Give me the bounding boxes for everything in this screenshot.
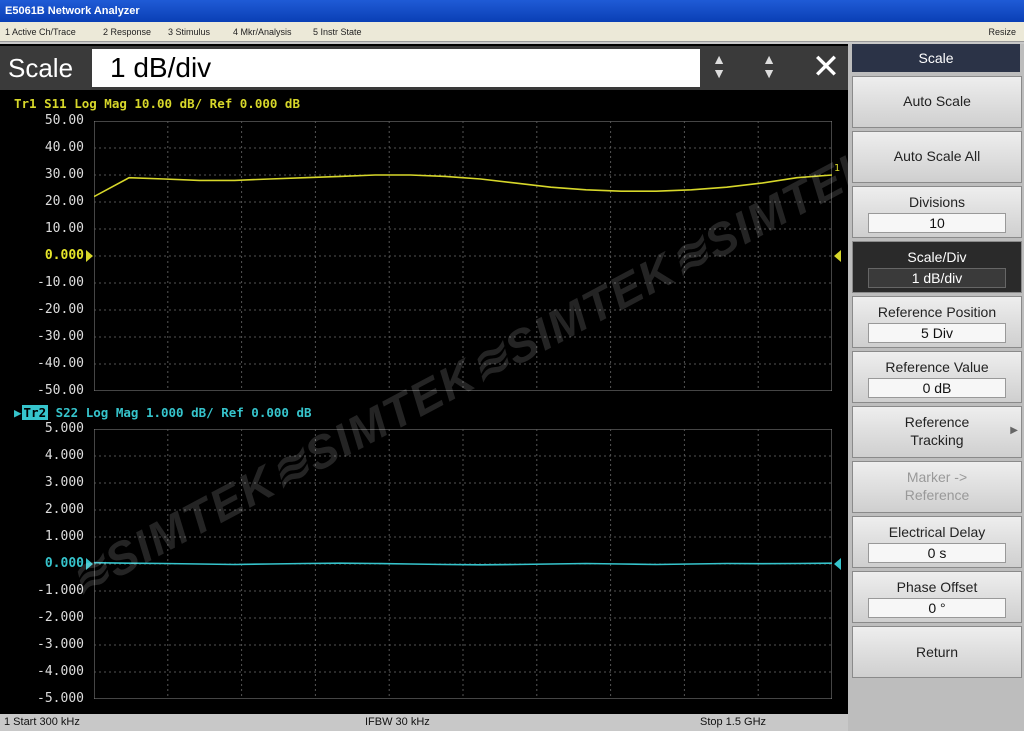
auto-scale-button[interactable]: Auto Scale [852,76,1022,128]
trace1-badge[interactable]: Tr1 [14,96,37,111]
phase-offset-button[interactable]: Phase Offset 0 ° [852,571,1022,623]
trace2-info: S22 Log Mag 1.000 dB/ Ref 0.000 dB [48,405,312,420]
auto-scale-label: Auto Scale [903,93,971,109]
divisions-button[interactable]: Divisions 10 [852,186,1022,238]
scale-div-label: Scale/Div [907,249,967,265]
reference-tracking-button[interactable]: Reference Tracking ▶ [852,406,1022,458]
menu-item-instr-state[interactable]: 5 Instr State [313,22,362,42]
y-tick-label: 10.00 [44,221,84,236]
scale-value-input[interactable]: 1 dB/div [92,49,700,87]
return-button[interactable]: Return [852,626,1022,678]
y-tick-label: -5.000 [37,691,84,706]
electrical-delay-label: Electrical Delay [888,524,986,540]
y-tick-label: 5.000 [44,421,84,436]
y-tick-label: 1.000 [44,529,84,544]
electrical-delay-value: 0 s [868,543,1006,563]
close-icon[interactable]: ✕ [808,48,844,86]
y-tick-label: -2.000 [37,610,84,625]
resize-button[interactable]: Resize [988,22,1016,42]
step-arrows-left[interactable]: ▲ ▼ [706,52,732,84]
y-tick-label: -50.00 [37,383,84,398]
reference-value-value: 0 dB [868,378,1006,398]
entry-label: Scale [8,53,74,83]
reference-level-right-icon [834,558,841,570]
menu-item-active-ch-trace[interactable]: 1 Active Ch/Trace [5,22,76,42]
reference-tracking-label-1: Reference [904,414,970,430]
status-stop: Stop 1.5 GHz [700,716,767,728]
y-tick-label: -30.00 [37,329,84,344]
trace2-header: ▶ Tr2 S22 Log Mag 1.000 dB/ Ref 0.000 dB [14,405,312,420]
entry-bar: Scale 1 dB/div ▲ ▼ ▲ ▼ ✕ [0,46,848,90]
menu-item-mkr-analysis[interactable]: 4 Mkr/Analysis [233,22,292,42]
submenu-arrow-icon: ▶ [1010,425,1018,436]
trace2-plot[interactable] [94,429,832,699]
reference-value-label: Reference Value [885,359,989,375]
marker-to-reference-button[interactable]: Marker -> Reference [852,461,1022,513]
y-tick-label: -20.00 [37,302,84,317]
y-tick-label: 0.000 [44,248,84,263]
marker-to-reference-label-2: Reference [904,487,970,503]
return-label: Return [915,644,959,660]
y-tick-label: -1.000 [37,583,84,598]
divisions-label: Divisions [908,194,965,210]
step-up-icon[interactable]: ▲ [756,52,782,66]
phase-offset-value: 0 ° [868,598,1006,618]
y-tick-label: 3.000 [44,475,84,490]
auto-scale-all-button[interactable]: Auto Scale All [852,131,1022,183]
y-tick-label: 30.00 [44,167,84,182]
window-title: E5061B Network Analyzer [0,0,1024,22]
auto-scale-all-label: Auto Scale All [893,148,981,164]
y-tick-label: 40.00 [44,140,84,155]
reference-position-button[interactable]: Reference Position 5 Div [852,296,1022,348]
reference-position-value: 5 Div [868,323,1006,343]
reference-position-label: Reference Position [877,304,997,320]
step-up-icon[interactable]: ▲ [706,52,732,66]
electrical-delay-button[interactable]: Electrical Delay 0 s [852,516,1022,568]
status-ifbw: IFBW 30 kHz [365,716,430,728]
step-down-icon[interactable]: ▼ [756,66,782,80]
y-tick-label: 2.000 [44,502,84,517]
softkey-panel-title: Scale [852,44,1020,72]
trace2-badge[interactable]: Tr2 [21,405,49,420]
marker-to-reference-label-1: Marker -> [906,469,968,485]
menu-item-response[interactable]: 2 Response [103,22,151,42]
status-bar: 1 Start 300 kHz IFBW 30 kHz Stop 1.5 GHz [0,714,848,731]
reference-tracking-label-2: Tracking [910,432,964,448]
step-arrows-right[interactable]: ▲ ▼ [756,52,782,84]
status-start: 1 Start 300 kHz [4,716,80,728]
y-tick-label: -10.00 [37,275,84,290]
y-tick-label: -4.000 [37,664,84,679]
y-tick-label: 20.00 [44,194,84,209]
reference-level-left-icon [86,250,93,262]
y-tick-label: 4.000 [44,448,84,463]
trace1-info: S11 Log Mag 10.00 dB/ Ref 0.000 dB [36,96,300,111]
step-down-icon[interactable]: ▼ [706,66,732,80]
scale-div-button[interactable]: Scale/Div 1 dB/div [852,241,1022,293]
scale-div-value: 1 dB/div [868,268,1006,288]
trace1-header: Tr1 S11 Log Mag 10.00 dB/ Ref 0.000 dB [14,96,300,111]
y-tick-label: -40.00 [37,356,84,371]
reference-level-right-icon [834,250,841,262]
phase-offset-label: Phase Offset [896,579,978,595]
reference-value-button[interactable]: Reference Value 0 dB [852,351,1022,403]
menu-bar: 1 Active Ch/Trace 2 Response 3 Stimulus … [0,22,1024,42]
y-tick-label: -3.000 [37,637,84,652]
menu-item-stimulus[interactable]: 3 Stimulus [168,22,210,42]
y-tick-label: 50.00 [44,113,84,128]
divisions-value: 10 [868,213,1006,233]
